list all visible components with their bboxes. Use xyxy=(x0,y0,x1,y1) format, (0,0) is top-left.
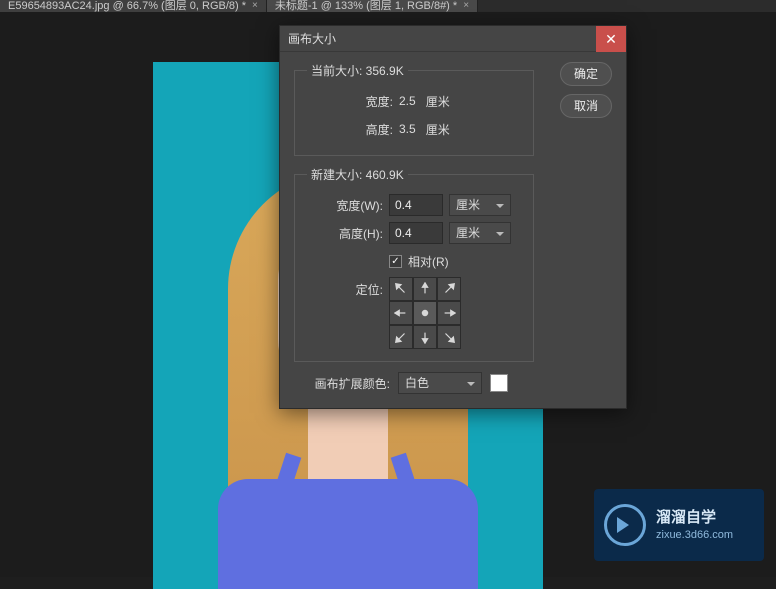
anchor-sw[interactable] xyxy=(389,325,413,349)
height-unit-select[interactable]: 厘米 xyxy=(449,222,511,244)
extension-color-select[interactable]: 白色 xyxy=(398,372,482,394)
cancel-button[interactable]: 取消 xyxy=(560,94,612,118)
current-height-value: 3.5 xyxy=(399,122,416,136)
canvas-size-dialog: 画布大小 ✕ 确定 取消 当前大小: 356.9K 宽度: 2.5 厘米 高度:… xyxy=(279,25,627,409)
new-size-legend: 新建大小: 460.9K xyxy=(307,166,408,183)
watermark: 溜溜自学 zixue.3d66.com xyxy=(594,489,764,561)
anchor-w[interactable] xyxy=(389,301,413,325)
extension-color-swatch[interactable] xyxy=(490,374,508,392)
width-unit-select[interactable]: 厘米 xyxy=(449,194,511,216)
tab-label: 未标题-1 @ 133% (图层 1, RGB/8#) * xyxy=(275,1,457,11)
extension-color-label: 画布扩展颜色: xyxy=(294,375,390,392)
close-icon: ✕ xyxy=(605,31,617,47)
ok-button[interactable]: 确定 xyxy=(560,62,612,86)
watermark-title: 溜溜自学 xyxy=(656,508,733,528)
close-icon[interactable]: × xyxy=(463,1,469,11)
current-width-label: 宽度: xyxy=(307,93,393,110)
new-size-group: 新建大小: 460.9K 宽度(W): 厘米 高度(H): 厘米 ✓ 相对(R) xyxy=(294,166,534,362)
height-input[interactable] xyxy=(389,222,443,244)
anchor-n[interactable] xyxy=(413,277,437,301)
new-width-label: 宽度(W): xyxy=(307,197,383,214)
anchor-center[interactable] xyxy=(413,301,437,325)
anchor-se[interactable] xyxy=(437,325,461,349)
anchor-label: 定位: xyxy=(307,277,383,298)
current-size-group: 当前大小: 356.9K 宽度: 2.5 厘米 高度: 3.5 厘米 xyxy=(294,62,534,156)
relative-label: 相对(R) xyxy=(408,253,449,270)
workspace: 画布大小 ✕ 确定 取消 当前大小: 356.9K 宽度: 2.5 厘米 高度:… xyxy=(0,12,776,577)
play-icon xyxy=(604,504,646,546)
anchor-nw[interactable] xyxy=(389,277,413,301)
current-width-unit: 厘米 xyxy=(426,93,450,110)
current-width-value: 2.5 xyxy=(399,94,416,108)
dialog-titlebar[interactable]: 画布大小 xyxy=(280,26,626,52)
document-tab[interactable]: 未标题-1 @ 133% (图层 1, RGB/8#) * × xyxy=(267,0,478,12)
tab-label: E59654893AC24.jpg @ 66.7% (图层 0, RGB/8) … xyxy=(8,1,246,11)
watermark-sub: zixue.3d66.com xyxy=(656,528,733,542)
document-tab[interactable]: E59654893AC24.jpg @ 66.7% (图层 0, RGB/8) … xyxy=(0,0,267,12)
close-icon[interactable]: × xyxy=(252,1,258,11)
new-height-label: 高度(H): xyxy=(307,225,383,242)
current-size-legend: 当前大小: 356.9K xyxy=(307,62,408,79)
anchor-ne[interactable] xyxy=(437,277,461,301)
relative-checkbox[interactable]: ✓ xyxy=(389,255,402,268)
current-height-label: 高度: xyxy=(307,121,393,138)
current-height-unit: 厘米 xyxy=(426,121,450,138)
anchor-grid xyxy=(389,277,461,349)
document-tabbar: E59654893AC24.jpg @ 66.7% (图层 0, RGB/8) … xyxy=(0,0,776,12)
anchor-e[interactable] xyxy=(437,301,461,325)
dialog-title: 画布大小 xyxy=(288,26,336,52)
anchor-s[interactable] xyxy=(413,325,437,349)
dialog-close-button[interactable]: ✕ xyxy=(596,26,626,52)
width-input[interactable] xyxy=(389,194,443,216)
